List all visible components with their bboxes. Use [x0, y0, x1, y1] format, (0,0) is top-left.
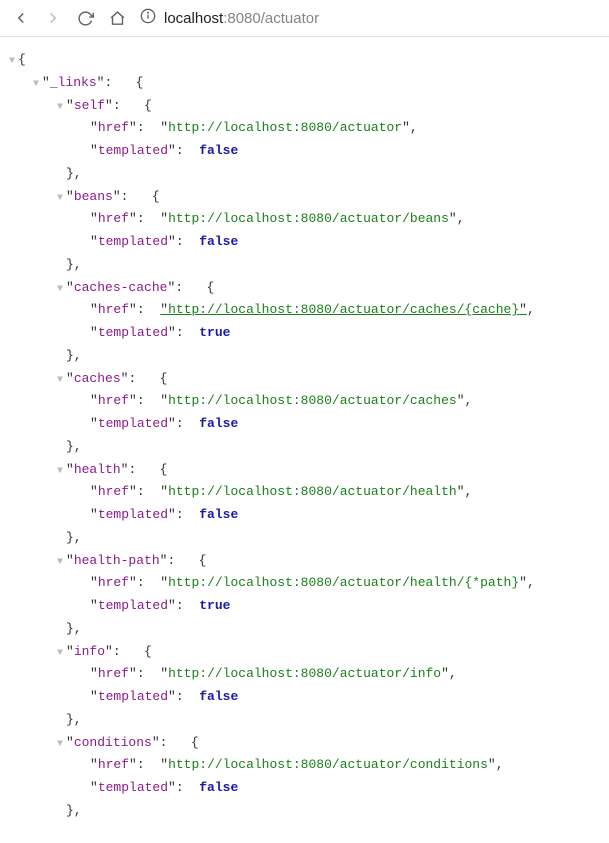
json-bool-value: false: [199, 780, 238, 795]
toggle-icon[interactable]: ▼: [54, 554, 66, 572]
json-key-health: ▼"health": {: [6, 459, 603, 482]
json-prop-href: "href": "http://localhost:8080/actuator/…: [6, 299, 603, 322]
json-prop-templated: "templated": false: [6, 777, 603, 800]
toggle-icon[interactable]: ▼: [54, 99, 66, 117]
json-prop-templated: "templated": true: [6, 595, 603, 618]
browser-toolbar: localhost:8080/actuator: [0, 0, 609, 37]
json-prop-href: "href": "http://localhost:8080/actuator"…: [6, 117, 603, 140]
json-object-close: },: [6, 800, 603, 823]
json-key-health-path: ▼"health-path": {: [6, 550, 603, 573]
json-object-close: },: [6, 254, 603, 277]
json-object-close: },: [6, 527, 603, 550]
json-key-self: ▼"self": {: [6, 95, 603, 118]
forward-icon[interactable]: [44, 9, 62, 27]
json-bool-value: false: [199, 689, 238, 704]
json-key-beans: ▼"beans": {: [6, 186, 603, 209]
toggle-icon[interactable]: ▼: [54, 372, 66, 390]
json-prop-templated: "templated": false: [6, 231, 603, 254]
json-object-close: },: [6, 709, 603, 732]
json-bool-value: true: [199, 598, 230, 613]
json-key-caches: ▼"caches": {: [6, 368, 603, 391]
json-object-close: },: [6, 345, 603, 368]
json-prop-href: "href": "http://localhost:8080/actuator/…: [6, 572, 603, 595]
json-prop-templated: "templated": false: [6, 413, 603, 436]
json-string-value: "http://localhost:8080/actuator/health": [160, 484, 464, 499]
toggle-icon[interactable]: ▼: [54, 281, 66, 299]
toggle-icon[interactable]: ▼: [54, 645, 66, 663]
json-string-value: "http://localhost:8080/actuator/caches": [160, 393, 464, 408]
json-prop-templated: "templated": false: [6, 686, 603, 709]
json-string-value: "http://localhost:8080/actuator/health/{…: [160, 575, 527, 590]
json-bool-value: false: [199, 416, 238, 431]
json-string-value: "http://localhost:8080/actuator": [160, 120, 410, 135]
json-key-caches-cache: ▼"caches-cache": {: [6, 277, 603, 300]
json-prop-href: "href": "http://localhost:8080/actuator/…: [6, 208, 603, 231]
json-string-value: "http://localhost:8080/actuator/conditio…: [160, 757, 495, 772]
json-viewer: ▼{▼"_links": {▼"self": {"href": "http://…: [0, 37, 609, 843]
json-prop-templated: "templated": false: [6, 504, 603, 527]
info-icon: [140, 8, 156, 28]
toggle-icon[interactable]: ▼: [54, 463, 66, 481]
json-object-close: },: [6, 436, 603, 459]
json-string-value[interactable]: "http://localhost:8080/actuator/caches/{…: [160, 302, 527, 317]
json-prop-templated: "templated": true: [6, 322, 603, 345]
json-key-info: ▼"info": {: [6, 641, 603, 664]
json-prop-href: "href": "http://localhost:8080/actuator/…: [6, 390, 603, 413]
toggle-icon[interactable]: ▼: [54, 736, 66, 754]
json-prop-templated: "templated": false: [6, 140, 603, 163]
toggle-icon[interactable]: ▼: [6, 53, 18, 71]
toggle-icon[interactable]: ▼: [30, 76, 42, 94]
json-bool-value: false: [199, 143, 238, 158]
json-bool-value: true: [199, 325, 230, 340]
json-object-open: ▼{: [6, 49, 603, 72]
reload-icon[interactable]: [76, 9, 94, 27]
json-string-value: "http://localhost:8080/actuator/info": [160, 666, 449, 681]
json-key-conditions: ▼"conditions": {: [6, 732, 603, 755]
toggle-icon[interactable]: ▼: [54, 190, 66, 208]
json-key-links: ▼"_links": {: [6, 72, 603, 95]
json-bool-value: false: [199, 507, 238, 522]
json-object-close: },: [6, 163, 603, 186]
json-prop-href: "href": "http://localhost:8080/actuator/…: [6, 481, 603, 504]
json-string-value: "http://localhost:8080/actuator/beans": [160, 211, 456, 226]
json-prop-href: "href": "http://localhost:8080/actuator/…: [6, 663, 603, 686]
url-text: localhost:8080/actuator: [164, 10, 319, 27]
json-bool-value: false: [199, 234, 238, 249]
home-icon[interactable]: [108, 9, 126, 27]
back-icon[interactable]: [12, 9, 30, 27]
json-object-close: },: [6, 618, 603, 641]
address-bar[interactable]: localhost:8080/actuator: [140, 8, 597, 28]
json-prop-href: "href": "http://localhost:8080/actuator/…: [6, 754, 603, 777]
